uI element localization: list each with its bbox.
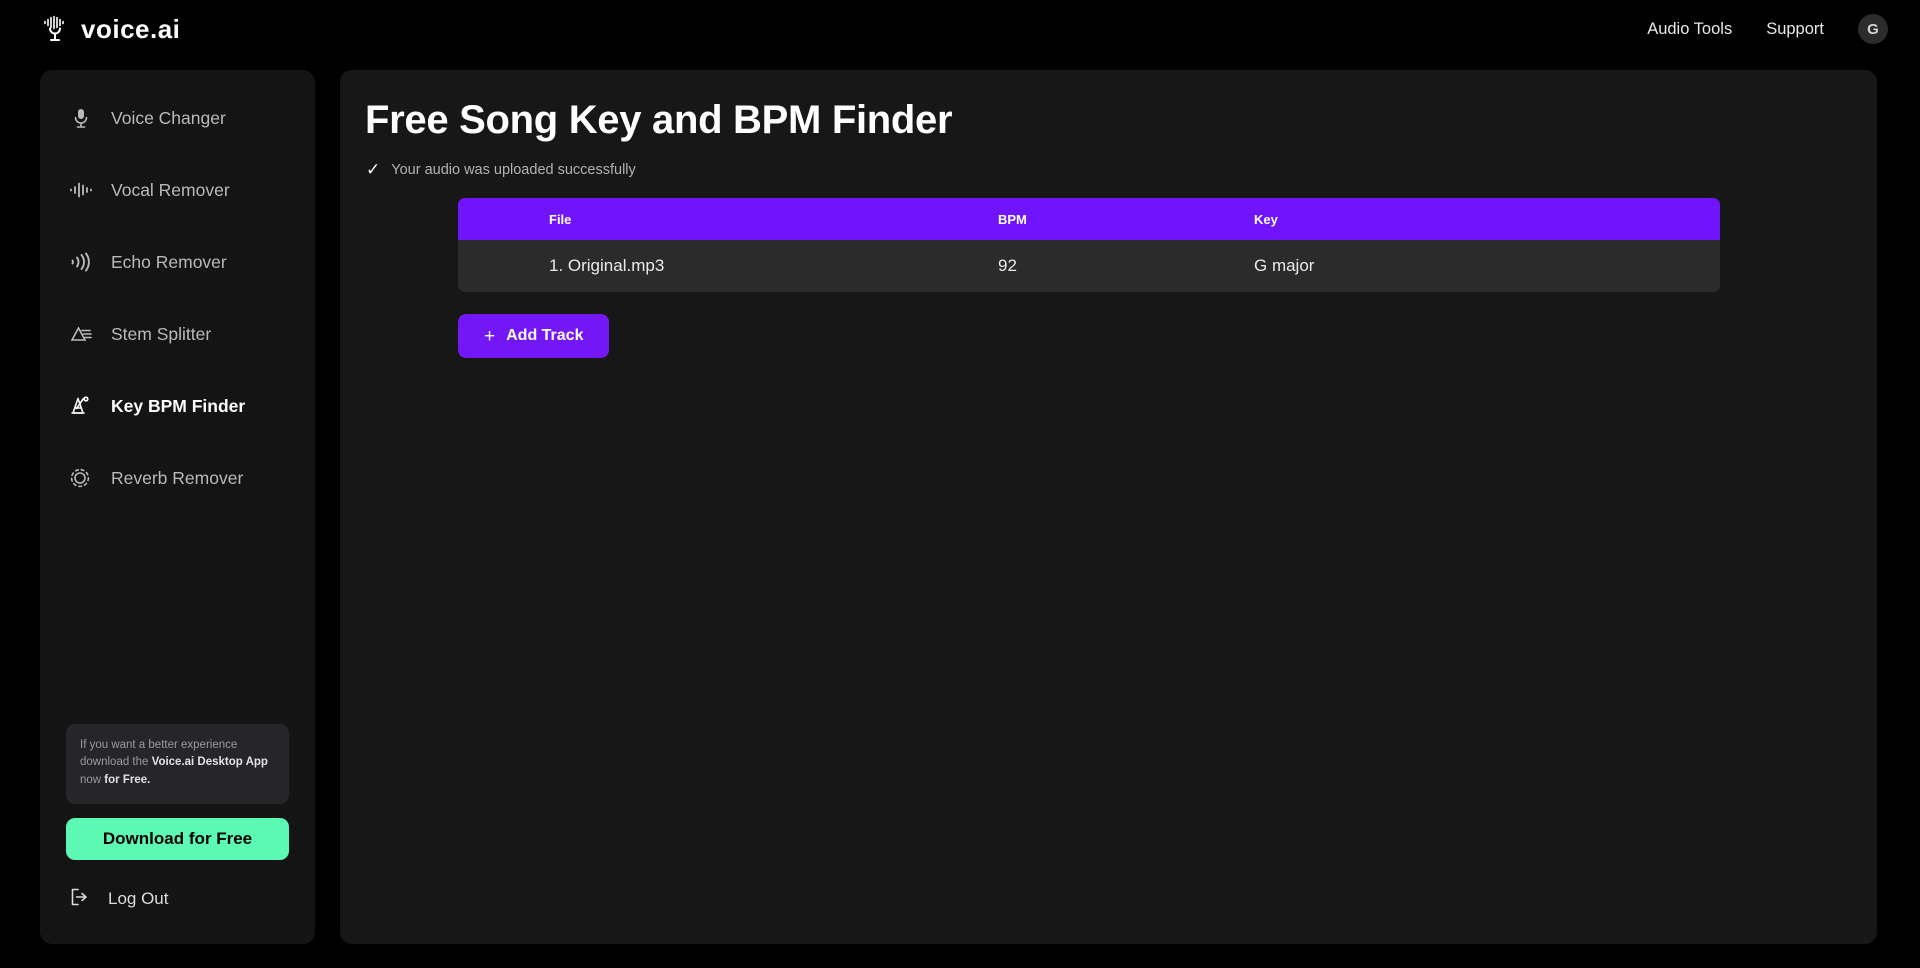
sidebar-item-label: Key BPM Finder bbox=[111, 395, 246, 416]
sidebar-item-label: Echo Remover bbox=[111, 251, 227, 272]
sidebar-item-echo-remover[interactable]: Echo Remover bbox=[40, 238, 315, 286]
reverb-ring-icon bbox=[68, 465, 94, 491]
sidebar: Voice Changer Vocal Remover Echo Remover bbox=[40, 70, 315, 944]
promo-line-3-prefix: now bbox=[80, 773, 105, 786]
cell-file: 1. Original.mp3 bbox=[549, 256, 665, 275]
microphone-waveform-icon bbox=[38, 12, 72, 46]
top-nav: Audio Tools Support G bbox=[1647, 14, 1888, 44]
table-header-row: File BPM Key bbox=[458, 198, 1720, 240]
nav-link-support[interactable]: Support bbox=[1766, 20, 1824, 39]
cell-key: G major bbox=[1254, 256, 1315, 275]
plus-icon: + bbox=[484, 325, 496, 347]
sidebar-item-label: Voice Changer bbox=[111, 107, 226, 128]
upload-status-text: Your audio was uploaded successfully bbox=[391, 161, 636, 178]
add-track-button[interactable]: + Add Track bbox=[458, 314, 610, 358]
promo-line-2: download the Voice.ai Desktop App bbox=[80, 754, 275, 771]
promo-line-3-bold: for Free. bbox=[104, 773, 151, 786]
sidebar-item-key-bpm-finder[interactable]: Key BPM Finder bbox=[40, 382, 315, 430]
sidebar-nav-list: Voice Changer Vocal Remover Echo Remover bbox=[40, 70, 315, 526]
avatar[interactable]: G bbox=[1858, 14, 1888, 44]
logout-label: Log Out bbox=[108, 889, 169, 908]
top-bar: voice.ai Audio Tools Support G bbox=[0, 0, 1920, 58]
upload-status: ✓ Your audio was uploaded successfully bbox=[366, 161, 1877, 178]
sidebar-item-vocal-remover[interactable]: Vocal Remover bbox=[40, 166, 315, 214]
download-for-free-button[interactable]: Download for Free bbox=[66, 818, 289, 860]
nav-link-audio-tools[interactable]: Audio Tools bbox=[1647, 20, 1732, 39]
sidebar-item-label: Stem Splitter bbox=[111, 323, 212, 344]
table-row[interactable]: 1. Original.mp3 92 G major bbox=[458, 240, 1720, 292]
column-header-bpm: BPM bbox=[998, 211, 1027, 227]
check-icon: ✓ bbox=[366, 160, 381, 179]
add-track-label: Add Track bbox=[506, 327, 584, 344]
results-table: File BPM Key 1. Original.mp3 92 G major bbox=[458, 198, 1720, 292]
promo-line-2-bold: Voice.ai Desktop App bbox=[151, 756, 268, 769]
promo-line-1: If you want a better experience bbox=[80, 738, 238, 751]
waveform-icon bbox=[68, 177, 94, 203]
sidebar-item-label: Vocal Remover bbox=[111, 179, 230, 200]
promo-line-3: now for Free. bbox=[80, 772, 275, 789]
sidebar-item-stem-splitter[interactable]: Stem Splitter bbox=[40, 310, 315, 358]
logout-arrow-icon bbox=[68, 886, 92, 913]
page-title: Free Song Key and BPM Finder bbox=[365, 98, 953, 142]
logout-button[interactable]: Log Out bbox=[40, 876, 315, 922]
promo-line-2-prefix: download the bbox=[80, 756, 152, 769]
microphone-icon bbox=[68, 105, 94, 131]
brand-logo-group[interactable]: voice.ai bbox=[38, 12, 180, 46]
metronome-icon bbox=[68, 393, 94, 419]
echo-waves-icon bbox=[68, 249, 94, 275]
prism-split-icon bbox=[68, 321, 94, 347]
main-content-panel: Free Song Key and BPM Finder ✓ Your audi… bbox=[340, 70, 1877, 944]
sidebar-item-label: Reverb Remover bbox=[111, 467, 244, 488]
cell-bpm: 92 bbox=[998, 256, 1017, 275]
column-header-file: File bbox=[549, 211, 572, 227]
sidebar-item-reverb-remover[interactable]: Reverb Remover bbox=[40, 454, 315, 502]
sidebar-item-voice-changer[interactable]: Voice Changer bbox=[40, 94, 315, 142]
brand-name: voice.ai bbox=[81, 13, 181, 44]
desktop-app-promo: If you want a better experience download… bbox=[66, 723, 289, 804]
column-header-key: Key bbox=[1254, 211, 1278, 227]
